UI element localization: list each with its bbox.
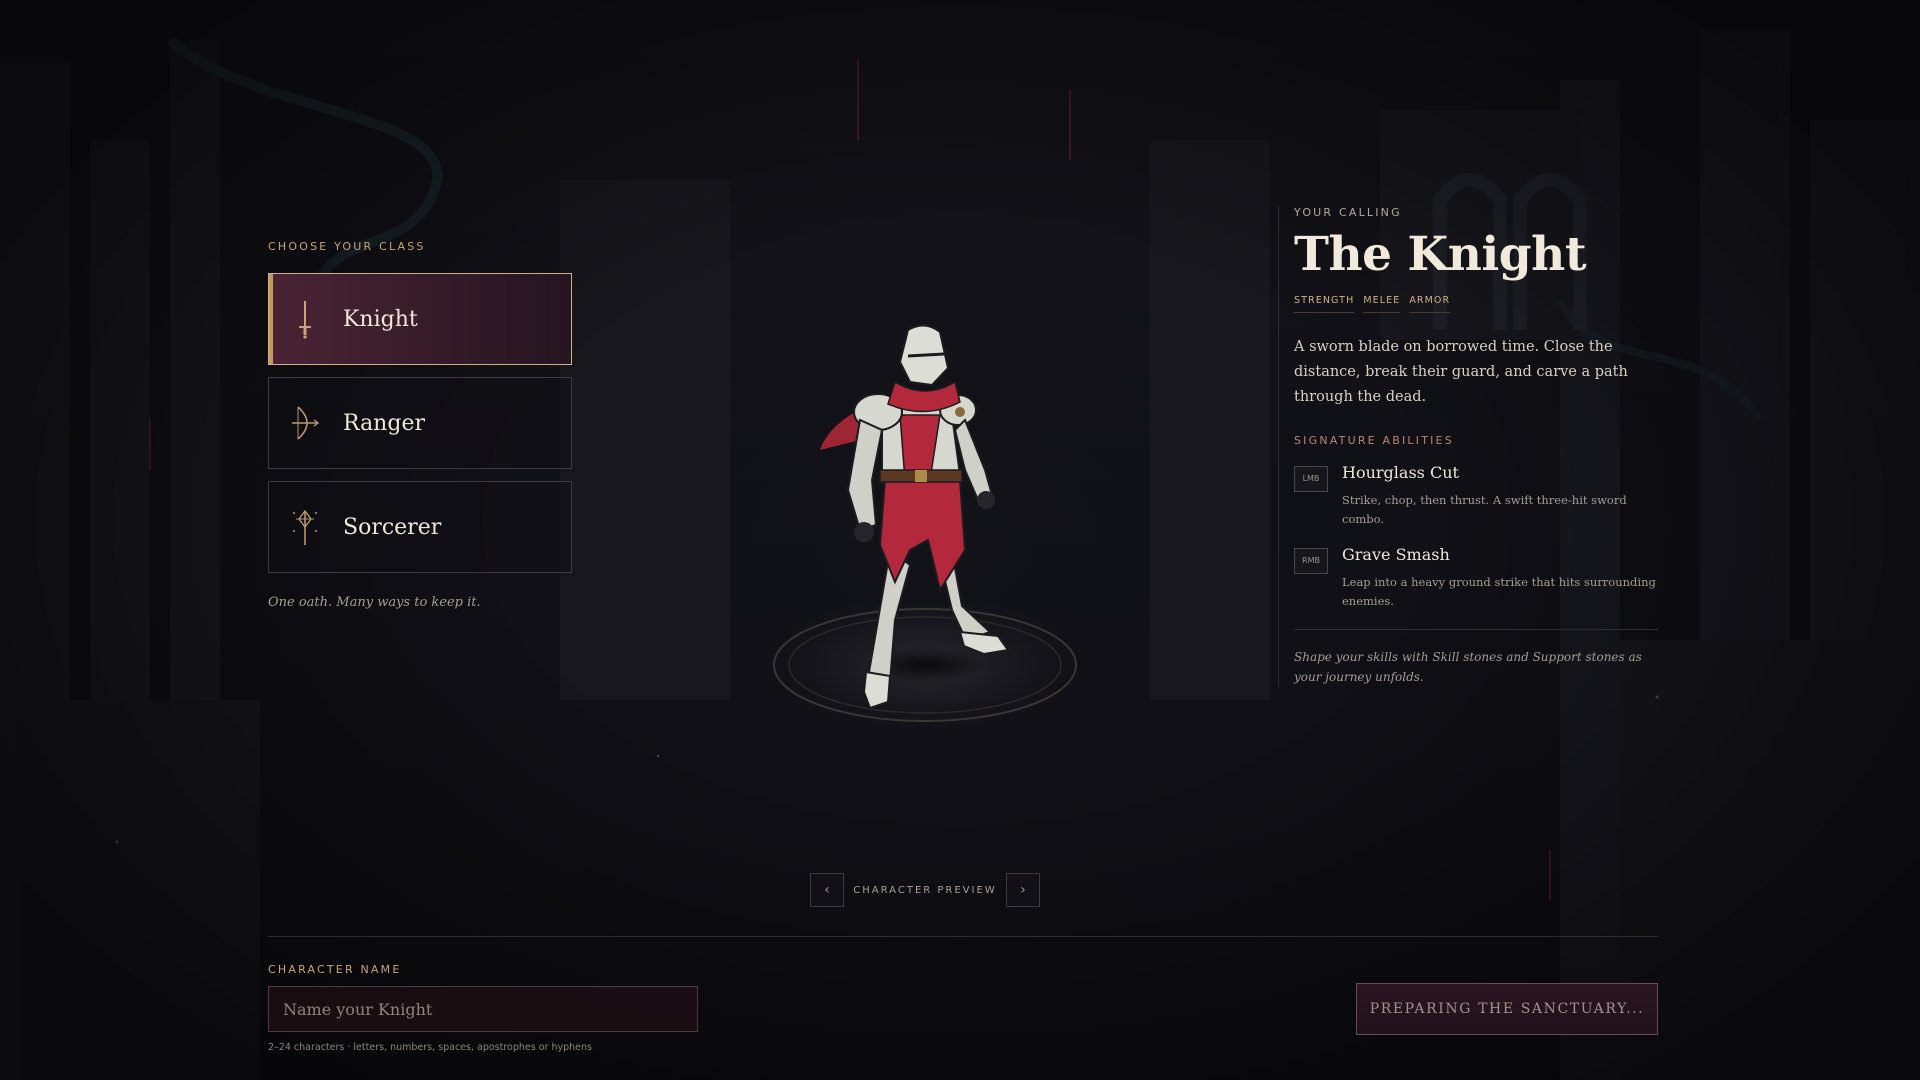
preview-next-button[interactable]: › — [1005, 873, 1040, 907]
tag-strength: STRENGTH — [1294, 295, 1355, 313]
ability-description: Strike, chop, then thrust. A swift three… — [1342, 492, 1627, 526]
class-option-sorcerer[interactable]: Sorcerer — [268, 481, 572, 573]
bow-icon — [289, 403, 321, 443]
abilities-heading: SIGNATURE ABILITIES — [1294, 433, 1454, 447]
class-heading: CHOOSE YOUR CLASS — [268, 240, 426, 253]
class-tags: STRENGTH MELEE ARMOR — [1294, 295, 1658, 313]
key-badge: RMB — [1294, 547, 1328, 574]
character-name-input[interactable] — [268, 986, 698, 1032]
staff-icon — [289, 507, 321, 547]
sword-icon — [289, 299, 321, 339]
ability-description: Leap into a heavy ground strike that hit… — [1342, 574, 1656, 608]
class-label: Knight — [343, 306, 418, 332]
ability-name: Grave Smash — [1342, 544, 1450, 564]
class-description: A sworn blade on borrowed time. Close th… — [1294, 338, 1628, 405]
key-badge: LMB — [1294, 465, 1328, 492]
ability-grave-smash: RMB Grave Smash Leap into a heavy ground… — [1294, 545, 1658, 611]
knight-character-figure — [765, 324, 1085, 735]
preview-navigation: ‹ CHARACTER PREVIEW › — [810, 873, 1040, 907]
class-label: Ranger — [343, 410, 425, 436]
class-option-knight[interactable]: Knight — [268, 273, 572, 365]
character-preview-stage[interactable] — [760, 320, 1100, 740]
preview-label: CHARACTER PREVIEW — [853, 884, 997, 896]
class-selection-panel: CHOOSE YOUR CLASS Knight Ranger Sorcerer… — [268, 240, 572, 610]
class-option-ranger[interactable]: Ranger — [268, 377, 572, 469]
calling-eyebrow: YOUR CALLING — [1294, 206, 1402, 219]
details-divider — [1294, 628, 1658, 630]
class-label: Sorcerer — [343, 514, 442, 540]
tag-melee: MELEE — [1363, 295, 1401, 313]
preview-prev-button[interactable]: ‹ — [810, 873, 844, 907]
character-name-label: CHARACTER NAME — [268, 963, 402, 976]
character-name-hint: 2–24 characters · letters, numbers, spac… — [268, 1042, 592, 1053]
chevron-right-icon: › — [1020, 882, 1026, 898]
ability-hourglass-cut: LMB Hourglass Cut Strike, chop, then thr… — [1294, 463, 1658, 529]
bottom-divider — [268, 936, 1658, 937]
begin-button[interactable]: PREPARING THE SANCTUARY... — [1356, 983, 1658, 1035]
ability-name: Hourglass Cut — [1342, 462, 1459, 482]
tag-armor: ARMOR — [1409, 295, 1451, 313]
skill-stones-note: Shape your skills with Skill stones and … — [1294, 649, 1642, 684]
class-tagline: One oath. Many ways to keep it. — [268, 595, 481, 610]
chevron-left-icon: ‹ — [824, 882, 830, 898]
class-title: The Knight — [1294, 227, 1587, 282]
class-details-panel: YOUR CALLING The Knight STRENGTH MELEE A… — [1278, 206, 1658, 687]
